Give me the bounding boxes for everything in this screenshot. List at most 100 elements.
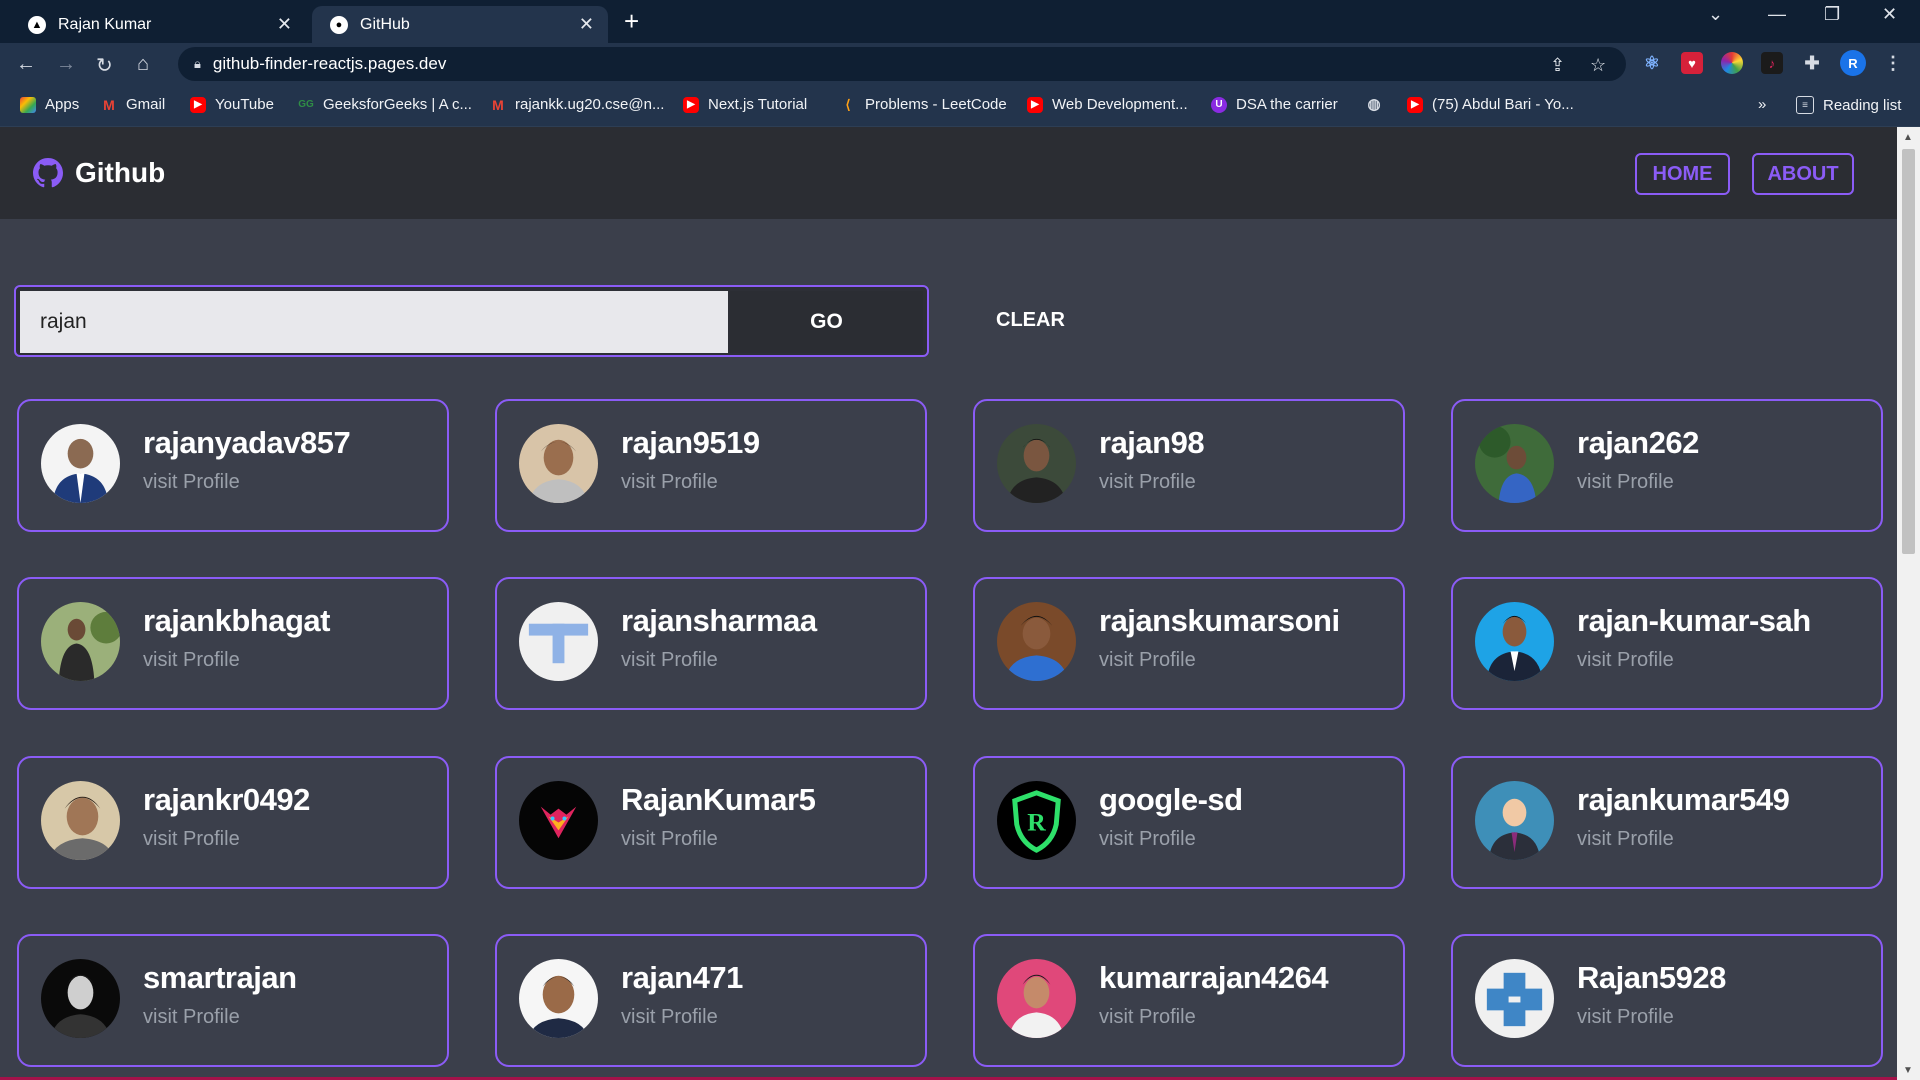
visit-profile-link[interactable]: visit Profile	[1099, 471, 1196, 494]
home-nav-button[interactable]: HOME	[1635, 153, 1730, 195]
bookmark-globe[interactable]: ◍	[1366, 96, 1391, 113]
go-button[interactable]: GO	[730, 291, 923, 353]
tab-search-chevron-icon[interactable]: ⌄	[1708, 4, 1723, 25]
apps-grid-icon	[20, 96, 36, 113]
bookmark-dsa-the-carrier[interactable]: U DSA the carrier	[1211, 96, 1338, 113]
share-icon[interactable]: ⇪	[1550, 55, 1565, 76]
user-card[interactable]: rajankr0492 visit Profile	[17, 756, 449, 889]
user-card[interactable]: rajanyadav857 visit Profile	[17, 399, 449, 532]
user-avatar	[997, 424, 1076, 503]
color-picker-extension-icon[interactable]	[1721, 52, 1743, 74]
user-card[interactable]: rajan262 visit Profile	[1451, 399, 1883, 532]
visit-profile-link[interactable]: visit Profile	[621, 471, 718, 494]
close-window-icon[interactable]: ✕	[1882, 4, 1897, 25]
scrollbar-thumb[interactable]	[1902, 149, 1915, 554]
scroll-down-arrow-icon[interactable]: ▼	[1903, 1065, 1913, 1076]
user-card[interactable]: rajankbhagat visit Profile	[17, 577, 449, 710]
user-card[interactable]: rajan98 visit Profile	[973, 399, 1405, 532]
close-tab-icon[interactable]: ✕	[277, 14, 292, 35]
visit-profile-link[interactable]: visit Profile	[1099, 1006, 1196, 1029]
music-extension-icon[interactable]: ♪	[1761, 52, 1783, 74]
new-tab-icon[interactable]: +	[624, 8, 639, 34]
visit-profile-link[interactable]: visit Profile	[1577, 1006, 1674, 1029]
extensions-puzzle-icon[interactable]: ✚	[1801, 52, 1823, 74]
browser-menu-icon[interactable]: ⋮	[1882, 52, 1904, 74]
svg-text:R: R	[1027, 807, 1046, 836]
app-title: Github	[75, 157, 166, 188]
profile-avatar[interactable]: R	[1840, 50, 1866, 76]
bookmark-gmail-account[interactable]: Mrajankk.ug20.cse@n...	[490, 96, 664, 113]
visit-profile-link[interactable]: visit Profile	[143, 471, 240, 494]
user-card[interactable]: R google-sd visit Profile	[973, 756, 1405, 889]
username: rajan262	[1577, 425, 1699, 460]
youtube-icon: ▶	[683, 96, 699, 113]
tab-favicon-icon: ▲	[28, 15, 46, 34]
user-card[interactable]: rajan471 visit Profile	[495, 934, 927, 1067]
react-devtools-extension-icon[interactable]: ⚛	[1641, 52, 1663, 74]
about-nav-button[interactable]: ABOUT	[1752, 153, 1854, 195]
bookmark-web-development[interactable]: ▶ Web Development...	[1027, 96, 1188, 113]
reading-list-button[interactable]: ≡ Reading list	[1796, 96, 1901, 114]
pocket-extension-icon[interactable]: ♥	[1681, 52, 1703, 74]
browser-tab-rajan-kumar[interactable]: ▲ Rajan Kumar ✕	[10, 6, 306, 43]
user-card[interactable]: rajankumar549 visit Profile	[1451, 756, 1883, 889]
clear-button[interactable]: CLEAR	[996, 309, 1065, 332]
username: rajansharmaa	[621, 603, 817, 638]
search-form: GO	[14, 285, 929, 357]
lock-icon: 🔒︎	[194, 56, 201, 71]
globe-icon: ◍	[1367, 96, 1381, 113]
visit-profile-link[interactable]: visit Profile	[1577, 471, 1674, 494]
user-card[interactable]: Rajan5928 visit Profile	[1451, 934, 1883, 1067]
user-card[interactable]: RajanKumar5 visit Profile	[495, 756, 927, 889]
user-card[interactable]: rajanskumarsoni visit Profile	[973, 577, 1405, 710]
search-input[interactable]	[20, 291, 728, 353]
tab-title: GitHub	[360, 15, 410, 33]
back-arrow-icon[interactable]: ←	[16, 53, 36, 76]
user-card[interactable]: smartrajan visit Profile	[17, 934, 449, 1067]
scroll-up-arrow-icon[interactable]: ▲	[1903, 132, 1913, 143]
address-bar[interactable]: 🔒︎ github-finder-reactjs.pages.dev ⇪ ☆	[178, 47, 1626, 81]
visit-profile-link[interactable]: visit Profile	[1577, 649, 1674, 672]
username: rajankbhagat	[143, 603, 330, 638]
username: rajanyadav857	[143, 425, 351, 460]
youtube-icon: ▶	[1407, 96, 1423, 113]
page-scrollbar[interactable]: ▲ ▼	[1897, 127, 1920, 1080]
username: rajankr0492	[143, 782, 310, 817]
bookmark-abdul-bari[interactable]: ▶ (75) Abdul Bari - Yo...	[1407, 96, 1574, 113]
close-tab-icon[interactable]: ✕	[579, 14, 594, 35]
user-avatar	[519, 424, 598, 503]
dsa-icon: U	[1211, 96, 1227, 113]
visit-profile-link[interactable]: visit Profile	[1577, 828, 1674, 851]
user-card[interactable]: kumarrajan4264 visit Profile	[973, 934, 1405, 1067]
user-card[interactable]: rajan9519 visit Profile	[495, 399, 927, 532]
forward-arrow-icon[interactable]: →	[56, 53, 76, 76]
user-card[interactable]: rajansharmaa visit Profile	[495, 577, 927, 710]
bookmark-star-icon[interactable]: ☆	[1590, 55, 1606, 76]
gmail-icon: M	[103, 96, 115, 113]
bookmark-geeksforgeeks[interactable]: GG GeeksforGeeks | A c...	[298, 96, 472, 113]
visit-profile-link[interactable]: visit Profile	[1099, 828, 1196, 851]
visit-profile-link[interactable]: visit Profile	[621, 1006, 718, 1029]
visit-profile-link[interactable]: visit Profile	[143, 649, 240, 672]
youtube-icon: ▶	[190, 96, 206, 113]
visit-profile-link[interactable]: visit Profile	[621, 649, 718, 672]
user-avatar	[519, 959, 598, 1038]
user-card[interactable]: rajan-kumar-sah visit Profile	[1451, 577, 1883, 710]
username: rajankumar549	[1577, 782, 1790, 817]
browser-tab-github[interactable]: ● GitHub ✕	[312, 6, 608, 43]
bookmark-leetcode[interactable]: ⟨ Problems - LeetCode	[840, 96, 1006, 113]
bookmark-apps[interactable]: Apps	[20, 96, 79, 113]
bookmark-gmail[interactable]: M Gmail	[101, 96, 165, 113]
minimize-window-icon[interactable]: —	[1768, 4, 1786, 25]
reload-icon[interactable]: ↻	[96, 53, 113, 78]
bookmark-nextjs-tutorial[interactable]: ▶ Next.js Tutorial	[683, 96, 807, 113]
user-avatar	[997, 959, 1076, 1038]
visit-profile-link[interactable]: visit Profile	[1099, 649, 1196, 672]
bookmark-youtube[interactable]: ▶ YouTube	[190, 96, 274, 113]
more-bookmarks-chevron-icon[interactable]: »	[1758, 96, 1766, 113]
visit-profile-link[interactable]: visit Profile	[621, 828, 718, 851]
home-icon[interactable]: ⌂	[137, 53, 149, 76]
visit-profile-link[interactable]: visit Profile	[143, 828, 240, 851]
restore-window-icon[interactable]: ❐	[1824, 4, 1840, 25]
visit-profile-link[interactable]: visit Profile	[143, 1006, 240, 1029]
